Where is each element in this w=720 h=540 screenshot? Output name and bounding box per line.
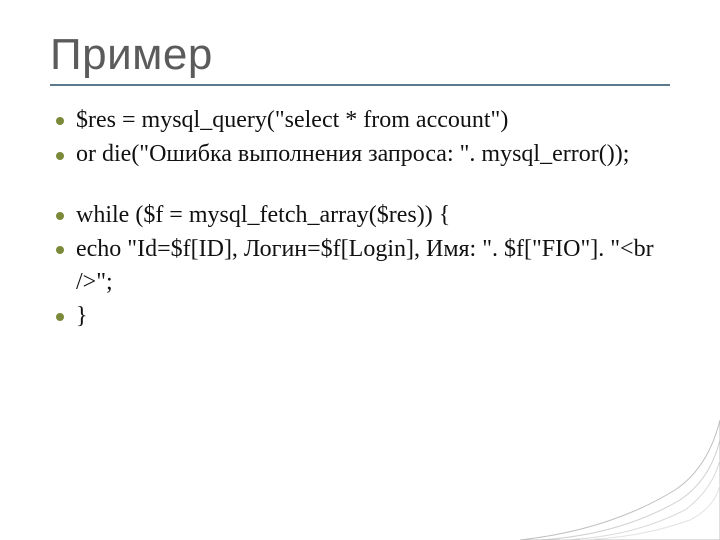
slide-title: Пример [50,30,670,80]
bullet-item: $res = mysql_query("select * from accoun… [50,104,670,136]
bullet-item: echo "Id=$f[ID], Логин=$f[Login], Имя: "… [50,233,670,298]
bullet-item: while ($f = mysql_fetch_array($res)) { [50,199,670,231]
bullet-item: or die("Ошибка выполнения запроса: ". my… [50,138,670,170]
bullet-item: } [50,300,670,332]
slide: Пример $res = mysql_query("select * from… [0,0,720,540]
corner-decoration [500,420,720,540]
bullet-gap [50,173,670,199]
bullet-list: $res = mysql_query("select * from accoun… [50,104,670,332]
title-underline [50,84,670,86]
